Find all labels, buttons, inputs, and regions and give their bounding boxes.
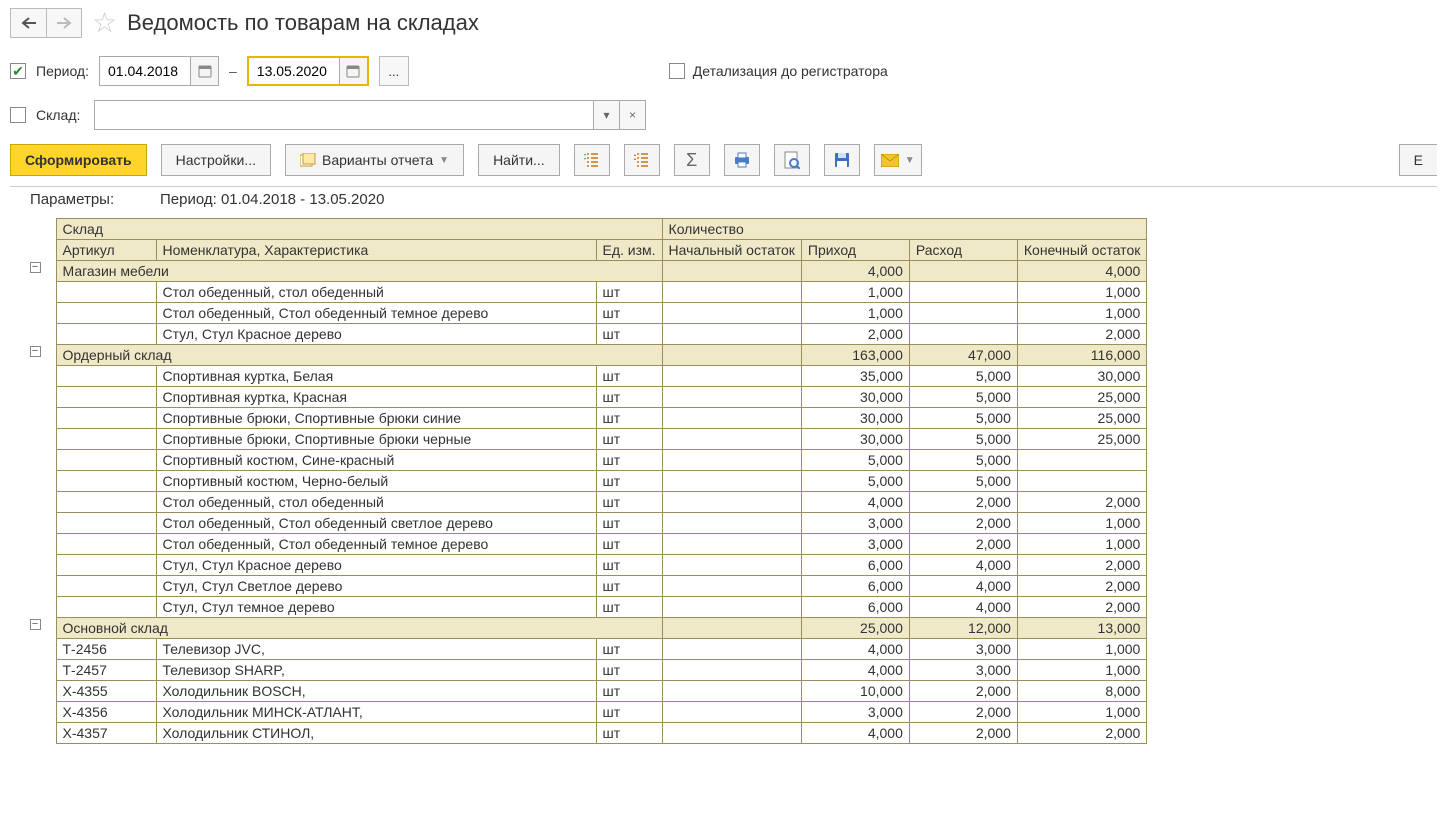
- page-magnifier-icon: [784, 151, 800, 169]
- preview-button[interactable]: [774, 144, 810, 176]
- table-row[interactable]: Стол обеденный, стол обеденныйшт4,0002,0…: [28, 492, 1147, 513]
- calendar-icon[interactable]: [190, 57, 218, 85]
- group-row[interactable]: −Основной склад25,00012,00013,000: [28, 618, 1147, 639]
- mail-icon: [881, 154, 899, 167]
- table-row[interactable]: Спортивный костюм, Сине-красныйшт5,0005,…: [28, 450, 1147, 471]
- table-row[interactable]: Стул, Стул Красное деревошт6,0004,0002,0…: [28, 555, 1147, 576]
- table-row[interactable]: Х-4357Холодильник СТИНОЛ,шт4,0002,0002,0…: [28, 723, 1147, 744]
- table-row[interactable]: Х-4355Холодильник BOSCH,шт10,0002,0008,0…: [28, 681, 1147, 702]
- warehouse-dropdown-button[interactable]: ▾: [594, 100, 620, 130]
- settings-button[interactable]: Настройки...: [161, 144, 271, 176]
- group-row[interactable]: −Ордерный склад163,00047,000116,000: [28, 345, 1147, 366]
- more-button[interactable]: Е: [1399, 144, 1437, 176]
- date-from-field[interactable]: [99, 56, 219, 86]
- period-checkbox[interactable]: ✔: [10, 63, 26, 79]
- period-picker-button[interactable]: ...: [379, 56, 409, 86]
- col-start: Начальный остаток: [662, 240, 801, 261]
- find-button[interactable]: Найти...: [478, 144, 560, 176]
- table-row[interactable]: Стол обеденный, Стол обеденный светлое д…: [28, 513, 1147, 534]
- table-row[interactable]: Стул, Стул темное деревошт6,0004,0002,00…: [28, 597, 1147, 618]
- save-button[interactable]: [824, 144, 860, 176]
- col-warehouse: Склад: [56, 219, 662, 240]
- table-row[interactable]: Стул, Стул Светлое деревошт6,0004,0002,0…: [28, 576, 1147, 597]
- sum-button[interactable]: Σ: [674, 144, 710, 176]
- warehouse-input[interactable]: [94, 100, 594, 130]
- date-to-field[interactable]: [247, 56, 369, 86]
- table-row[interactable]: Х-4356Холодильник МИНСК-АТЛАНТ,шт3,0002,…: [28, 702, 1147, 723]
- col-quantity: Количество: [662, 219, 1147, 240]
- table-row[interactable]: Спортивные брюки, Спортивные брюки черны…: [28, 429, 1147, 450]
- chevron-down-icon: ▼: [905, 155, 915, 166]
- table-row[interactable]: Спортивные брюки, Спортивные брюки синие…: [28, 408, 1147, 429]
- table-row[interactable]: Стол обеденный, стол обеденныйшт1,0001,0…: [28, 282, 1147, 303]
- warehouse-clear-button[interactable]: ×: [620, 100, 646, 130]
- col-article: Артикул: [56, 240, 156, 261]
- table-row[interactable]: Спортивный костюм, Черно-белыйшт5,0005,0…: [28, 471, 1147, 492]
- printer-icon: [733, 152, 751, 168]
- date-from-input[interactable]: [100, 57, 190, 85]
- period-label: Период:: [36, 63, 89, 79]
- report-table: Склад Количество Артикул Номенклатура, Х…: [28, 218, 1147, 744]
- print-button[interactable]: [724, 144, 760, 176]
- nav-back-button[interactable]: [10, 8, 46, 38]
- diskette-icon: [834, 152, 850, 168]
- col-nomenclature: Номенклатура, Характеристика: [156, 240, 596, 261]
- col-end: Конечный остаток: [1017, 240, 1146, 261]
- report-variants-button[interactable]: Варианты отчета ▼: [285, 144, 464, 176]
- detail-label: Детализация до регистратора: [693, 63, 888, 79]
- warehouse-checkbox[interactable]: ✔: [10, 107, 26, 123]
- send-button[interactable]: ▼: [874, 144, 922, 176]
- col-outcome: Расход: [909, 240, 1017, 261]
- detail-checkbox[interactable]: ✔: [669, 63, 685, 79]
- warehouse-label: Склад:: [36, 107, 84, 123]
- collapse-toggle[interactable]: −: [30, 619, 41, 630]
- params-label: Параметры:: [30, 191, 140, 208]
- table-row[interactable]: Спортивная куртка, Белаяшт35,0005,00030,…: [28, 366, 1147, 387]
- col-unit: Ед. изм.: [596, 240, 662, 261]
- favorite-star-icon[interactable]: ☆: [92, 9, 117, 37]
- col-income: Приход: [801, 240, 909, 261]
- expand-all-button[interactable]: [574, 144, 610, 176]
- report-icon: [300, 153, 316, 167]
- table-row[interactable]: Стул, Стул Красное деревошт2,0002,000: [28, 324, 1147, 345]
- table-row[interactable]: Стол обеденный, Стол обеденный темное де…: [28, 534, 1147, 555]
- date-separator: –: [229, 63, 237, 79]
- table-row[interactable]: Т-2457Телевизор SHARP,шт4,0003,0001,000: [28, 660, 1147, 681]
- params-value: Период: 01.04.2018 - 13.05.2020: [160, 191, 384, 208]
- date-to-input[interactable]: [249, 58, 339, 84]
- chevron-down-icon: ▼: [439, 155, 449, 166]
- table-row[interactable]: Т-2456Телевизор JVC,шт4,0003,0001,000: [28, 639, 1147, 660]
- collapse-all-button[interactable]: [624, 144, 660, 176]
- group-row[interactable]: −Магазин мебели4,0004,000: [28, 261, 1147, 282]
- nav-forward-button[interactable]: [46, 8, 82, 38]
- table-row[interactable]: Спортивная куртка, Краснаяшт30,0005,0002…: [28, 387, 1147, 408]
- page-title: Ведомость по товарам на складах: [127, 10, 479, 36]
- collapse-toggle[interactable]: −: [30, 346, 41, 357]
- collapse-toggle[interactable]: −: [30, 262, 41, 273]
- table-row[interactable]: Стол обеденный, Стол обеденный темное де…: [28, 303, 1147, 324]
- calendar-icon[interactable]: [339, 58, 367, 84]
- run-report-button[interactable]: Сформировать: [10, 144, 147, 176]
